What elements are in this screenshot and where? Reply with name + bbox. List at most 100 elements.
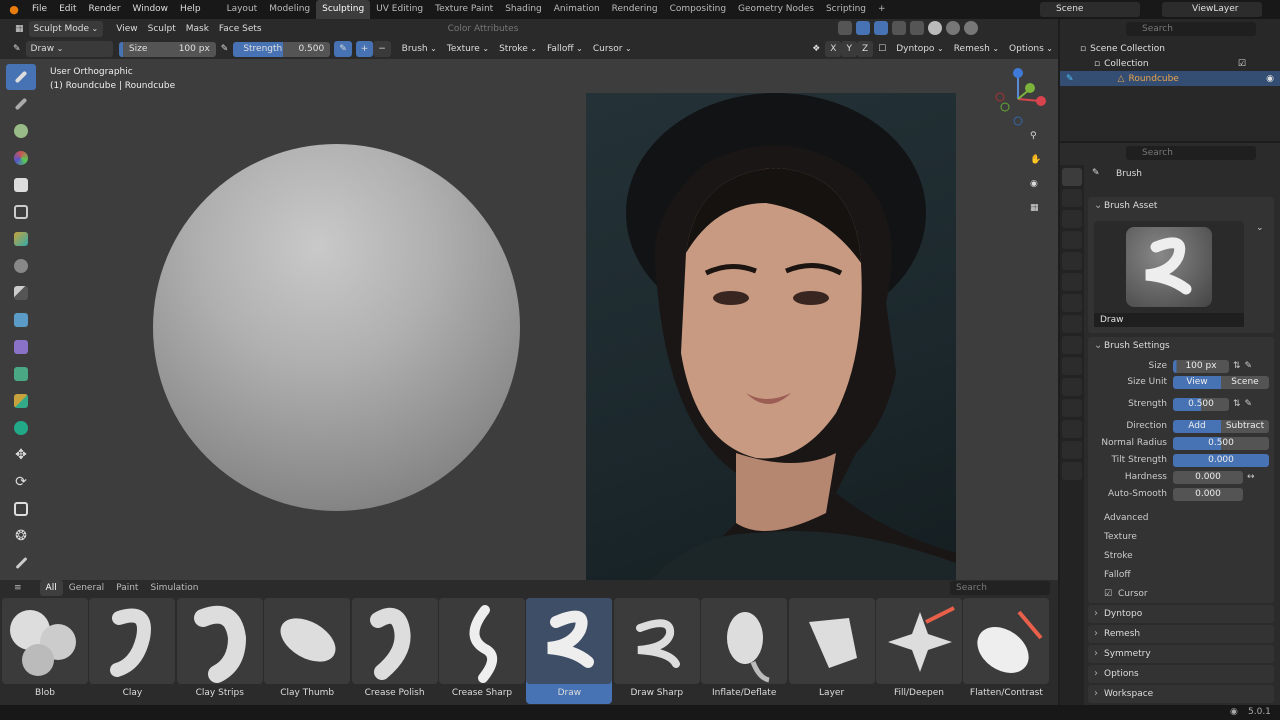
outliner-scene-collection[interactable]: ▫ Scene Collection bbox=[1060, 41, 1280, 56]
solid-shading-icon[interactable] bbox=[928, 21, 942, 35]
options-dropdown[interactable]: Options bbox=[1004, 41, 1058, 57]
pan-hand-icon[interactable]: ✋ bbox=[1030, 155, 1046, 171]
options-panel[interactable]: Options bbox=[1088, 665, 1274, 683]
add-workspace-icon[interactable]: + bbox=[872, 0, 892, 19]
scene-selector[interactable]: Scene bbox=[1040, 2, 1140, 17]
brush-asset-preview[interactable]: Draw bbox=[1094, 221, 1244, 327]
blender-logo-icon[interactable]: ● bbox=[6, 2, 22, 18]
brush-tile-blob[interactable]: Blob bbox=[2, 598, 88, 704]
tab-shading[interactable]: Shading bbox=[499, 0, 548, 19]
tool-scale[interactable] bbox=[6, 496, 36, 522]
add-direction-icon[interactable]: + bbox=[355, 41, 374, 57]
editor-type-icon[interactable]: ▦ bbox=[10, 21, 29, 37]
mode-dropdown[interactable]: Sculpt Mode bbox=[28, 21, 104, 37]
hardness-invert-icon[interactable]: ↔ bbox=[1247, 472, 1255, 482]
asset-menu-chevron-icon[interactable]: ⌄ bbox=[1256, 223, 1264, 233]
subtract-direction-icon[interactable]: − bbox=[373, 41, 391, 57]
tool-annotate[interactable] bbox=[6, 91, 36, 117]
roundcube-mesh[interactable] bbox=[153, 144, 520, 511]
dyntopo-checkbox[interactable]: ☐ bbox=[873, 41, 891, 57]
options-header[interactable]: Options bbox=[1088, 665, 1274, 683]
brush-tile-clay-thumb[interactable]: Clay Thumb bbox=[264, 598, 351, 704]
camera-icon[interactable]: ◉ bbox=[1030, 179, 1046, 195]
tab-texture-paint[interactable]: Texture Paint bbox=[429, 0, 499, 19]
size-field[interactable]: 100 px bbox=[1173, 359, 1229, 373]
tab-layout[interactable]: Layout bbox=[221, 0, 264, 19]
navigation-gizmo[interactable] bbox=[990, 67, 1046, 127]
subpanel-cursor[interactable]: Cursor bbox=[1118, 587, 1148, 601]
symmetry-panel[interactable]: Symmetry bbox=[1088, 645, 1274, 663]
tab-geometry-nodes[interactable]: Geometry Nodes bbox=[732, 0, 820, 19]
shelf-tab-all[interactable]: All bbox=[39, 580, 63, 596]
brush-tile-clay-strips[interactable]: Clay Strips bbox=[176, 598, 263, 704]
brush-icon[interactable]: ✎ bbox=[8, 41, 26, 57]
tool-color-picker[interactable] bbox=[6, 145, 36, 171]
tool-mask[interactable] bbox=[6, 172, 36, 198]
normal-radius-field[interactable]: 0.500 bbox=[1173, 436, 1269, 450]
tab-render[interactable] bbox=[1062, 189, 1082, 207]
cursor-dropdown[interactable]: Cursor bbox=[588, 41, 637, 57]
remesh-header[interactable]: Remesh bbox=[1088, 625, 1274, 643]
outliner-collection[interactable]: ▫ Collection ☑ bbox=[1060, 56, 1280, 71]
gizmo-icon[interactable] bbox=[856, 21, 870, 35]
brush-tile-inflate-deflate[interactable]: Inflate/Deflate bbox=[701, 598, 788, 704]
collection-checkbox[interactable]: ☑ bbox=[1238, 59, 1246, 69]
tool-mask-by-color[interactable] bbox=[6, 415, 36, 441]
size-slider[interactable]: Size 100 px bbox=[118, 41, 216, 57]
tool-annotate-line[interactable] bbox=[6, 550, 36, 576]
tab-view-layer[interactable] bbox=[1062, 231, 1082, 249]
overlay-icon[interactable] bbox=[874, 21, 888, 35]
stroke-dropdown[interactable]: Stroke bbox=[494, 41, 542, 57]
axis-z-toggle[interactable]: Z bbox=[856, 41, 874, 57]
menu-render[interactable]: Render bbox=[83, 0, 127, 19]
material-shading-icon[interactable] bbox=[946, 21, 960, 35]
tab-data[interactable] bbox=[1062, 420, 1082, 438]
brush-tile-draw-sharp[interactable]: Draw Sharp bbox=[613, 598, 700, 704]
visibility-icon[interactable] bbox=[838, 21, 852, 35]
hardness-field[interactable]: 0.000 bbox=[1173, 470, 1243, 484]
menu-file[interactable]: File bbox=[26, 0, 53, 19]
subpanel-advanced[interactable]: Advanced bbox=[1104, 511, 1148, 525]
tab-world[interactable] bbox=[1062, 273, 1082, 291]
view-layer-selector[interactable]: ViewLayer bbox=[1162, 2, 1262, 17]
tab-particles[interactable] bbox=[1062, 357, 1082, 375]
menu-window[interactable]: Window bbox=[127, 0, 175, 19]
dyntopo-dropdown[interactable]: Dyntopo bbox=[891, 41, 948, 57]
brush-tile-layer[interactable]: Layer bbox=[788, 598, 875, 704]
tab-object[interactable] bbox=[1062, 315, 1082, 333]
color-attributes-dropdown[interactable]: Color Attributes bbox=[443, 21, 524, 37]
tab-sculpting[interactable]: Sculpting bbox=[316, 0, 371, 19]
menu-edit[interactable]: Edit bbox=[53, 0, 82, 19]
size-pen-icon[interactable]: ✎ bbox=[1245, 361, 1253, 371]
tab-collection[interactable] bbox=[1062, 294, 1082, 312]
tilt-strength-field[interactable]: 0.000 bbox=[1173, 453, 1269, 467]
tool-box-mask[interactable] bbox=[6, 199, 36, 225]
shelf-tab-simulation[interactable]: Simulation bbox=[144, 580, 204, 596]
tab-animation[interactable]: Animation bbox=[548, 0, 606, 19]
brush-selector[interactable]: Draw bbox=[25, 41, 114, 57]
size-unit-scene-button[interactable]: Scene bbox=[1221, 375, 1269, 389]
strength-pen-icon[interactable]: ✎ bbox=[1245, 399, 1253, 409]
falloff-dropdown[interactable]: Falloff bbox=[542, 41, 588, 57]
tool-transform[interactable]: ❂ bbox=[6, 523, 36, 549]
subpanel-stroke[interactable]: Stroke bbox=[1104, 549, 1133, 563]
auto-smooth-field[interactable]: 0.000 bbox=[1173, 487, 1243, 501]
subpanel-texture[interactable]: Texture bbox=[1104, 530, 1137, 544]
tool-line-project[interactable] bbox=[6, 280, 36, 306]
strength-pressure-toggle-icon[interactable]: ⇅ bbox=[1233, 399, 1241, 409]
tab-scene[interactable] bbox=[1062, 252, 1082, 270]
axis-x-toggle[interactable]: X bbox=[825, 41, 842, 57]
dyntopo-header[interactable]: Dyntopo bbox=[1088, 605, 1274, 623]
menu-mask[interactable]: Mask bbox=[181, 21, 214, 37]
size-pressure-toggle-icon[interactable]: ⇅ bbox=[1233, 361, 1241, 371]
tab-modifiers[interactable] bbox=[1062, 336, 1082, 354]
symmetry-icon[interactable]: ❖ bbox=[807, 41, 825, 57]
menu-sculpt[interactable]: Sculpt bbox=[143, 21, 181, 37]
tab-modeling[interactable]: Modeling bbox=[263, 0, 316, 19]
menu-help[interactable]: Help bbox=[174, 0, 207, 19]
edit-mode-icon[interactable]: ✎ bbox=[1066, 74, 1074, 84]
tool-polyline-trim[interactable] bbox=[6, 361, 36, 387]
shelf-tab-paint[interactable]: Paint bbox=[110, 580, 144, 596]
tool-move[interactable]: ✥ bbox=[6, 442, 36, 468]
tab-rendering[interactable]: Rendering bbox=[606, 0, 664, 19]
